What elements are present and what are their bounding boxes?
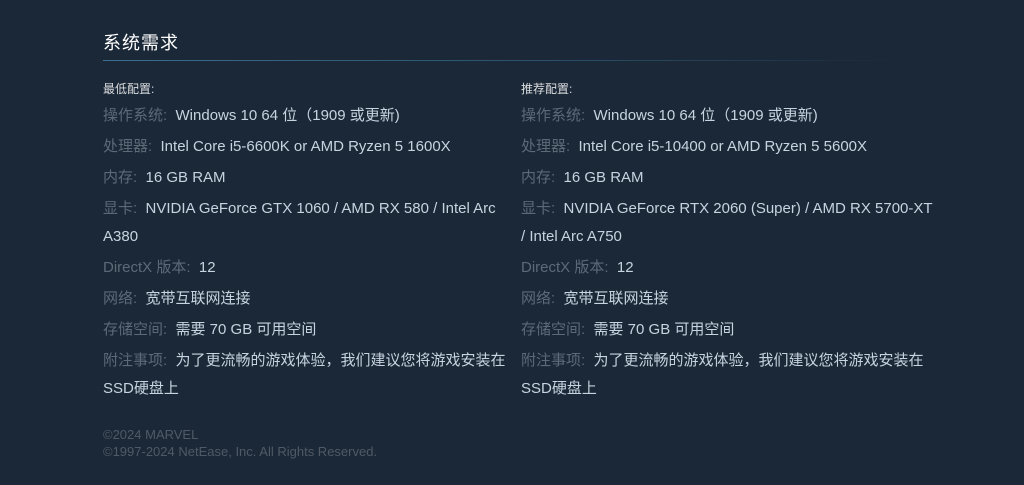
spec-label: 网络: [521,290,556,307]
recommended-heading: 推荐配置: [521,82,573,96]
spec-row-graphics: 显卡: NVIDIA GeForce RTX 2060 (Super) / AM… [521,195,939,254]
minimum-requirements: 最低配置: 操作系统: Windows 10 64 位（1909 或更新) 处理… [103,78,521,406]
spec-label: 显卡: [521,200,556,217]
spec-label: DirectX 版本: [103,259,191,276]
spec-row-os: 操作系统: Windows 10 64 位（1909 或更新) [103,102,521,133]
spec-row-storage: 存储空间: 需要 70 GB 可用空间 [521,316,939,347]
spec-value: 需要 70 GB 可用空间 [593,321,735,338]
spec-value: Windows 10 64 位（1909 或更新) [593,107,818,124]
spec-row-memory: 内存: 16 GB RAM [103,164,521,195]
spec-value: 12 [198,259,216,276]
spec-label: DirectX 版本: [521,259,609,276]
spec-value: 16 GB RAM [563,169,644,186]
spec-value: 宽带互联网连接 [563,290,669,307]
recommended-requirements: 推荐配置: 操作系统: Windows 10 64 位（1909 或更新) 处理… [521,78,939,406]
spec-label: 内存: [103,169,138,186]
spec-label: 存储空间: [103,321,168,338]
spec-label: 处理器: [103,138,153,155]
requirements-columns: 最低配置: 操作系统: Windows 10 64 位（1909 或更新) 处理… [103,78,943,406]
spec-value: 12 [616,259,634,276]
spec-value: 16 GB RAM [145,169,226,186]
copyright-footer: ©2024 MARVEL ©1997-2024 NetEase, Inc. Al… [103,426,377,460]
spec-row-storage: 存储空间: 需要 70 GB 可用空间 [103,316,521,347]
spec-row-os: 操作系统: Windows 10 64 位（1909 或更新) [521,102,939,133]
spec-row-directx: DirectX 版本: 12 [521,254,939,285]
spec-label: 附注事项: [103,352,168,369]
section-title: 系统需求 [103,33,179,53]
spec-row-network: 网络: 宽带互联网连接 [103,285,521,316]
spec-value: NVIDIA GeForce GTX 1060 / AMD RX 580 / I… [103,200,496,245]
spec-label: 存储空间: [521,321,586,338]
spec-row-notes: 附注事项: 为了更流畅的游戏体验，我们建议您将游戏安装在SSD硬盘上 [103,347,521,406]
copyright-marvel: ©2024 MARVEL [103,427,199,442]
spec-row-network: 网络: 宽带互联网连接 [521,285,939,316]
spec-label: 显卡: [103,200,138,217]
section-divider [103,60,903,61]
spec-row-memory: 内存: 16 GB RAM [521,164,939,195]
spec-row-notes: 附注事项: 为了更流畅的游戏体验，我们建议您将游戏安装在SSD硬盘上 [521,347,939,406]
minimum-heading: 最低配置: [103,82,155,96]
recommended-spec-list: 操作系统: Windows 10 64 位（1909 或更新) 处理器: Int… [521,102,939,406]
spec-value: Intel Core i5-10400 or AMD Ryzen 5 5600X [578,138,868,155]
spec-row-directx: DirectX 版本: 12 [103,254,521,285]
spec-value: NVIDIA GeForce RTX 2060 (Super) / AMD RX… [521,200,933,245]
spec-value: 需要 70 GB 可用空间 [175,321,317,338]
minimum-spec-list: 操作系统: Windows 10 64 位（1909 或更新) 处理器: Int… [103,102,521,406]
spec-value: Intel Core i5-6600K or AMD Ryzen 5 1600X [160,138,451,155]
copyright-netease: ©1997-2024 NetEase, Inc. All Rights Rese… [103,444,378,459]
spec-label: 内存: [521,169,556,186]
spec-value: 宽带互联网连接 [145,290,251,307]
spec-label: 操作系统: [103,107,168,124]
spec-row-processor: 处理器: Intel Core i5-10400 or AMD Ryzen 5 … [521,133,939,164]
spec-row-processor: 处理器: Intel Core i5-6600K or AMD Ryzen 5 … [103,133,521,164]
spec-label: 操作系统: [521,107,586,124]
spec-label: 附注事项: [521,352,586,369]
spec-label: 网络: [103,290,138,307]
system-requirements-section: 系统需求 [103,30,903,61]
spec-row-graphics: 显卡: NVIDIA GeForce GTX 1060 / AMD RX 580… [103,195,521,254]
spec-label: 处理器: [521,138,571,155]
spec-value: Windows 10 64 位（1909 或更新) [175,107,400,124]
